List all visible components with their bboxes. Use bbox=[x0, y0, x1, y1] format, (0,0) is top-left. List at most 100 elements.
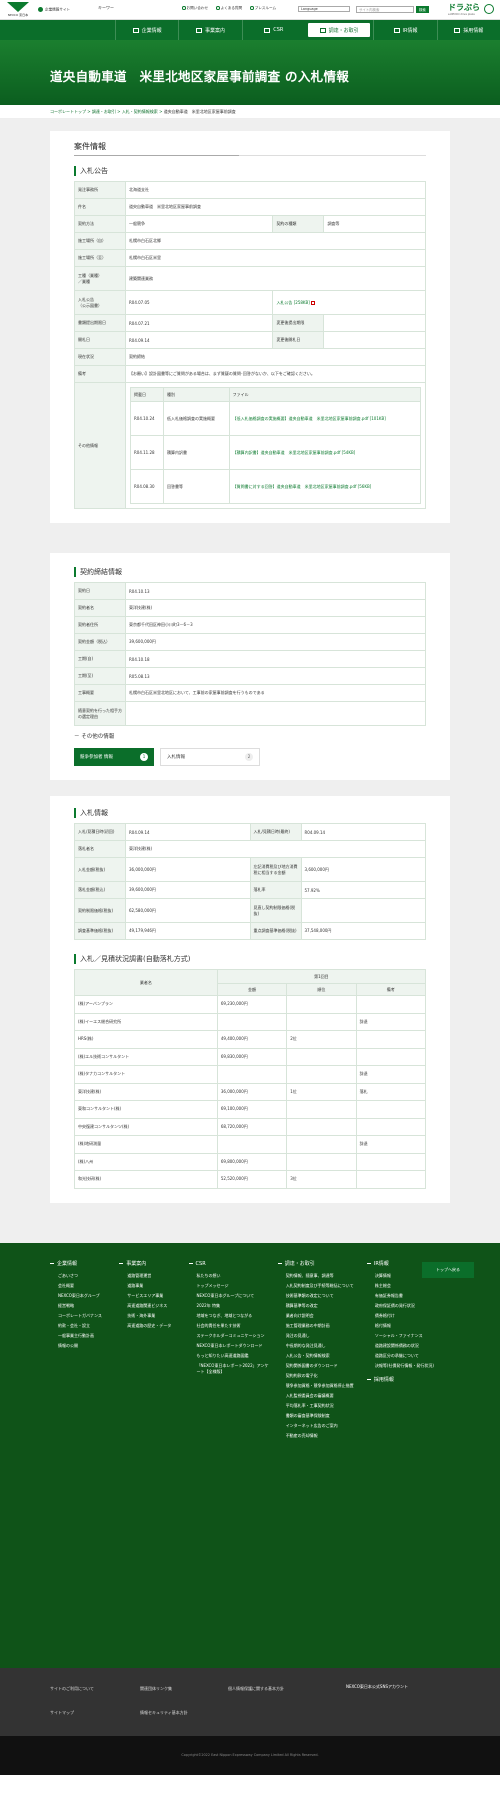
footer-link[interactable]: サイトマップ bbox=[50, 1710, 74, 1716]
sns-link[interactable]: NEXCO東日本公式SNSアカウント bbox=[346, 1684, 408, 1690]
notice-file-link[interactable]: 入札公告 [258KB] bbox=[276, 300, 315, 305]
menu-icon[interactable] bbox=[484, 4, 494, 14]
footer-link[interactable]: 入札公告・契約情報検索 bbox=[278, 1353, 361, 1359]
tab-participants[interactable]: 競争参加者 情報 1 bbox=[74, 748, 154, 766]
footer-link[interactable]: 株主総会 bbox=[367, 1283, 450, 1289]
nav-item-business[interactable]: 事業案内 bbox=[178, 20, 241, 40]
footer-heading[interactable]: CSR bbox=[189, 1261, 272, 1267]
footer-link[interactable]: 技術基準類の改定について bbox=[278, 1293, 361, 1299]
faq-link[interactable]: よくある質問 bbox=[216, 6, 242, 11]
corp-info-link[interactable]: 企業情報サイト bbox=[38, 6, 70, 13]
footer-link[interactable]: 高速道路の歴史・データ bbox=[119, 1323, 182, 1329]
footer-link[interactable]: 約款・会社・設立 bbox=[50, 1323, 113, 1329]
footer-link[interactable]: コーポレートガバナンス bbox=[50, 1313, 113, 1319]
footer-link[interactable]: 2022年 特集 bbox=[189, 1303, 272, 1309]
footer-link[interactable]: 関連団体リンク集 bbox=[140, 1686, 172, 1692]
nav-item-recruit[interactable]: 採用情報 bbox=[436, 20, 500, 40]
nav-item-ir[interactable]: IR情報 bbox=[373, 20, 436, 40]
footer-link[interactable]: 積算基準等の改定 bbox=[278, 1303, 361, 1309]
footer-link[interactable]: 道路建設関係債務の状況 bbox=[367, 1343, 450, 1349]
footer-heading[interactable]: 採用情報 bbox=[367, 1377, 450, 1383]
footer-link[interactable]: 中長期的な発注見通し bbox=[278, 1343, 361, 1349]
nav-item-company[interactable]: 企業情報 bbox=[115, 20, 178, 40]
footer-link[interactable]: 個人情報保護に関する基本方針 bbox=[228, 1686, 284, 1692]
footer-link[interactable]: 業者向け説明会 bbox=[278, 1313, 361, 1319]
cell bbox=[355, 1100, 427, 1119]
logo-mark-icon bbox=[7, 2, 29, 12]
footer-link[interactable]: 技術・海外事業 bbox=[119, 1313, 182, 1319]
breadcrumb-link[interactable]: コーポレートトップ bbox=[50, 109, 86, 114]
footer-link[interactable]: 不動産の売却情報 bbox=[278, 1433, 361, 1439]
cell: 随意契約を行った相手方の選定理由 bbox=[74, 701, 126, 726]
footer-link[interactable]: ごあいさつ bbox=[50, 1273, 113, 1279]
footer-link[interactable]: 地域をつなぎ、地域とつながる bbox=[189, 1313, 272, 1319]
footer-heading[interactable]: 調達・お取引 bbox=[278, 1261, 361, 1267]
footer-link[interactable]: 一般事業主行動計画 bbox=[50, 1333, 113, 1339]
footer-link[interactable]: 書類の審査基準保険制度 bbox=[278, 1413, 361, 1419]
bidinfo-section-title: 入札情報 bbox=[74, 808, 426, 818]
footer-link[interactable]: 格付情報 bbox=[367, 1323, 450, 1329]
footer-link[interactable]: 道路区分の承継について bbox=[367, 1353, 450, 1359]
footer-link[interactable]: 契約情報、随意事、調達等 bbox=[278, 1273, 361, 1279]
footer-link[interactable]: もっと知りたい高速道路図鑑 bbox=[189, 1353, 272, 1359]
footer-link[interactable]: 社会的責任を果たす技術 bbox=[189, 1323, 272, 1329]
footer-link[interactable]: 契約関係図書のダウンロード bbox=[278, 1363, 361, 1369]
footer-link[interactable]: 経営戦略 bbox=[50, 1303, 113, 1309]
footer-link[interactable]: 決報等(社債発行情報・発行状況) bbox=[367, 1363, 450, 1369]
contact-link[interactable]: お問い合わせ bbox=[182, 6, 208, 11]
footer-link[interactable]: 情報の公開 bbox=[50, 1343, 113, 1349]
footer-link[interactable]: 発注の見通し bbox=[278, 1333, 361, 1339]
footer-link[interactable]: サービスエリア事業 bbox=[119, 1293, 182, 1299]
footer-link[interactable]: 「NEXCO東日本レポート2022」アンケート【全様版】 bbox=[189, 1363, 272, 1375]
footer-link[interactable]: NEXCO東日本グループについて bbox=[189, 1293, 272, 1299]
cell bbox=[286, 1135, 357, 1154]
footer-link[interactable]: 競争参加資格・競争参加資格停止措置 bbox=[278, 1383, 361, 1389]
footer-link[interactable]: 道路事業 bbox=[119, 1283, 182, 1289]
search-button[interactable]: 検索 bbox=[416, 6, 429, 13]
footer-link[interactable]: 平均落札率・工事契約状況 bbox=[278, 1403, 361, 1409]
press-link[interactable]: プレスルーム bbox=[250, 6, 276, 11]
footer-link[interactable]: NEXCO東日本レポートダウンロード bbox=[189, 1343, 272, 1349]
footer-link[interactable]: 道路管理運営 bbox=[119, 1273, 182, 1279]
drapura-logo[interactable]: ドラぷら e-NEXCO drive plaza bbox=[448, 2, 480, 16]
info-tabs: 競争参加者 情報 1 入札情報 2 bbox=[74, 748, 426, 766]
footer-link[interactable]: ステークホルダーコミュニケーション bbox=[189, 1333, 272, 1339]
footer-link[interactable]: トップメッセージ bbox=[189, 1283, 272, 1289]
footer-heading[interactable]: 企業情報 bbox=[50, 1261, 113, 1267]
nexco-logo[interactable]: NEXCO 東日本 bbox=[6, 2, 30, 17]
file-link[interactable]: 【積算内訳書】道央自動車道 米里北地区家屋事前調査.pdf [54KB] bbox=[228, 435, 422, 470]
footer-link[interactable]: 入札契約制度及び手続等総括について bbox=[278, 1283, 361, 1289]
cell: 工種（業種） ／業種 bbox=[74, 266, 126, 291]
language-select[interactable]: Language bbox=[298, 6, 350, 12]
breadcrumb-link[interactable]: 入札・契約情報検索 bbox=[122, 109, 158, 114]
keyword-link[interactable]: キーワー bbox=[98, 5, 114, 11]
footer-link[interactable]: 情報セキュリティ基本方針 bbox=[140, 1710, 188, 1716]
file-link[interactable]: 【低入札価格調査の実施概要】道央自動車道 米里北地区家屋事前調査.pdf [10… bbox=[228, 401, 422, 436]
search-input[interactable]: サイト内検索 bbox=[356, 6, 414, 13]
footer-link[interactable]: 施工管理業務の中期計画 bbox=[278, 1323, 361, 1329]
tab-number: 1 bbox=[140, 753, 148, 761]
footer-link[interactable]: 入札監視委員会の審議概要 bbox=[278, 1393, 361, 1399]
tab-bid-info[interactable]: 入札情報 2 bbox=[160, 748, 260, 766]
footer-link[interactable]: 私たちの想い bbox=[189, 1273, 272, 1279]
nav-item-csr[interactable]: CSR bbox=[241, 20, 305, 40]
cell: 入札公告 （公示図書） bbox=[74, 290, 126, 315]
footer-link[interactable]: ソーシャル・ファイナンス bbox=[367, 1333, 450, 1339]
nav-item-procurement[interactable]: 調達・お取引 bbox=[306, 22, 372, 38]
footer-heading[interactable]: 事業案内 bbox=[119, 1261, 182, 1267]
cell bbox=[286, 1047, 357, 1066]
footer-link[interactable]: NEXCO東日本グループ bbox=[50, 1293, 113, 1299]
footer-link[interactable]: 有価証券報告書 bbox=[367, 1293, 450, 1299]
breadcrumb-link[interactable]: 調達・お取引 bbox=[92, 109, 116, 114]
footer-link[interactable]: サイトのご利用について bbox=[50, 1686, 94, 1692]
nav-label: 採用情報 bbox=[463, 27, 484, 34]
back-to-top-button[interactable]: トップへ戻る bbox=[422, 1262, 474, 1278]
footer-link[interactable]: インターネット広告のご案内 bbox=[278, 1423, 361, 1429]
footer-link[interactable]: 会社概要 bbox=[50, 1283, 113, 1289]
cell bbox=[355, 1117, 427, 1136]
footer-link[interactable]: 政府保証債の発行状況 bbox=[367, 1303, 450, 1309]
footer-link[interactable]: 高速道路関連ビジネス bbox=[119, 1303, 182, 1309]
footer-link[interactable]: 契約約款の電子化 bbox=[278, 1373, 361, 1379]
footer-link[interactable]: 債券格付け bbox=[367, 1313, 450, 1319]
file-link[interactable]: 【質問書に対する回答】道央自動車道 米里北地区家屋事前調査.pdf [56KB] bbox=[228, 469, 422, 504]
